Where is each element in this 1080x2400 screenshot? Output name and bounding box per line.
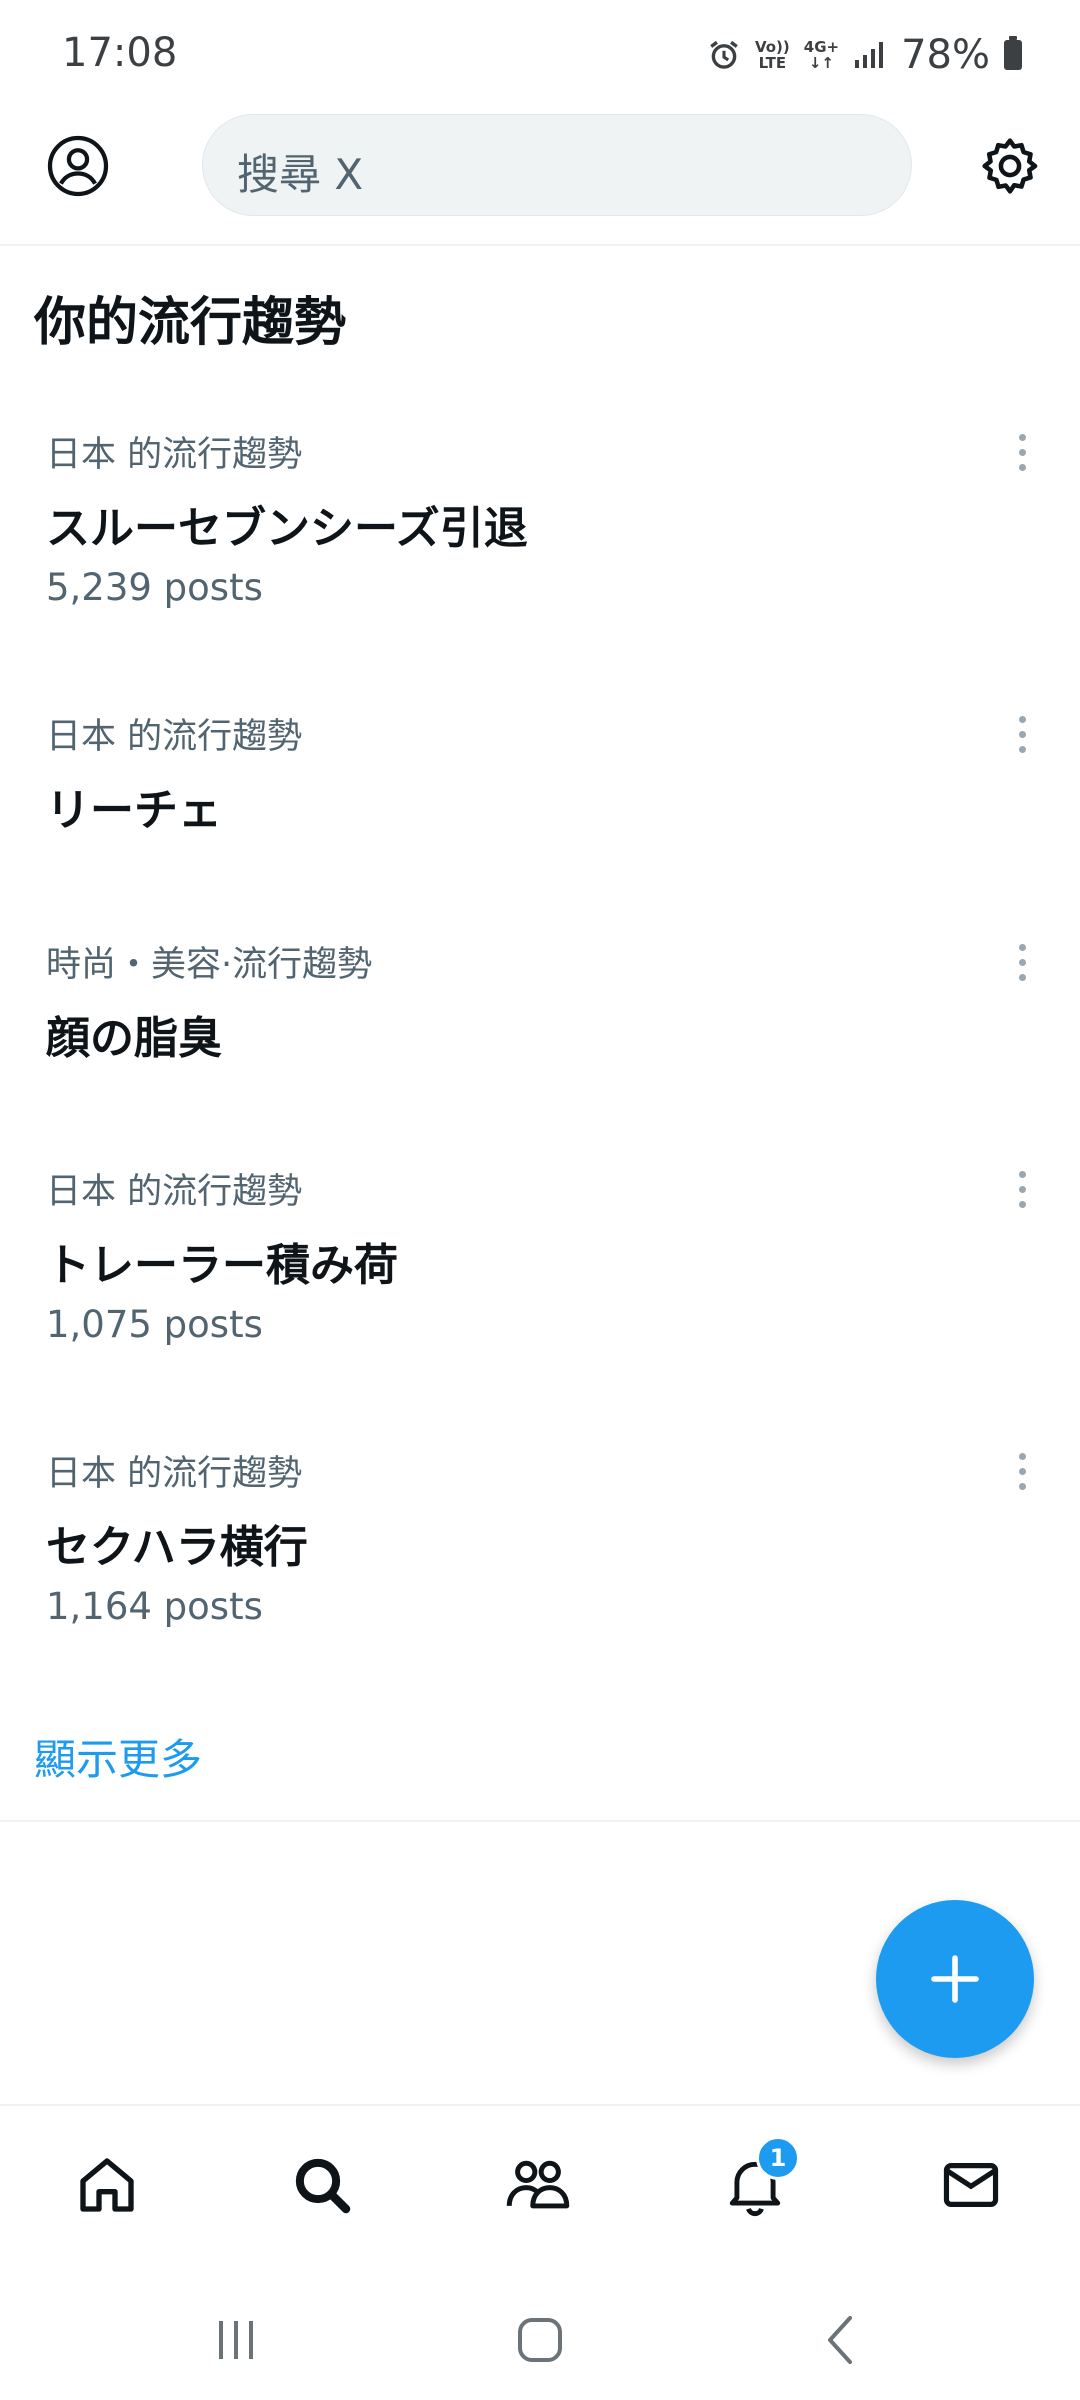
- lte-label: LTE: [758, 54, 787, 72]
- trend-category: 日本 的流行趨勢: [46, 435, 303, 475]
- show-more-link[interactable]: 顯示更多: [34, 1726, 202, 1787]
- volte-indicator: Vo)) LTE: [755, 39, 790, 71]
- nav-home[interactable]: [72, 2150, 142, 2220]
- profile-avatar-button[interactable]: [46, 134, 110, 198]
- more-options-icon[interactable]: [1004, 1163, 1040, 1215]
- trend-post-count: 1,075 posts: [46, 1303, 263, 1346]
- more-options-icon[interactable]: [1004, 708, 1040, 760]
- trend-name: スルーセブンシーズ引退: [46, 503, 528, 554]
- section-divider: [0, 1820, 1080, 1822]
- settings-button[interactable]: [978, 134, 1042, 198]
- section-title: 你的流行趨勢: [34, 293, 347, 353]
- status-icons: Vo)) LTE 4G+ ↓↑ 78%: [707, 32, 1022, 78]
- recent-apps-button[interactable]: [206, 2310, 266, 2370]
- top-header: 搜尋 X: [0, 110, 1080, 246]
- search-input[interactable]: 搜尋 X: [202, 114, 912, 216]
- home-icon: [80, 2158, 134, 2212]
- status-bar: 17:08 Vo)) LTE 4G+ ↓↑ 78%: [0, 0, 1080, 110]
- nav-search[interactable]: [287, 2150, 357, 2220]
- more-options-icon[interactable]: [1004, 1445, 1040, 1497]
- trend-category: 日本 的流行趨勢: [46, 717, 303, 757]
- trend-name: トレーラー積み荷: [46, 1240, 398, 1291]
- notification-badge: 1: [756, 2136, 800, 2180]
- recent-apps-icon: [219, 2321, 253, 2359]
- nav-messages[interactable]: [936, 2150, 1006, 2220]
- trend-name: セクハラ横行: [46, 1522, 308, 1573]
- network-indicator: 4G+ ↓↑: [804, 39, 839, 71]
- nav-communities[interactable]: [503, 2150, 573, 2220]
- trend-name: 顔の脂臭: [46, 1013, 222, 1064]
- trend-post-count: 1,164 posts: [46, 1585, 263, 1628]
- battery-percent: 78%: [901, 32, 990, 78]
- search-icon: [295, 2158, 351, 2214]
- gear-icon: [982, 138, 1038, 194]
- home-system-button[interactable]: [510, 2310, 570, 2370]
- status-time: 17:08: [62, 30, 178, 76]
- volte-label: Vo)): [754, 38, 790, 56]
- nav-notifications[interactable]: 1: [720, 2136, 800, 2220]
- back-chevron-icon: [828, 2316, 852, 2364]
- trend-category: 日本 的流行趨勢: [46, 1172, 303, 1212]
- communities-icon: [506, 2160, 570, 2209]
- plus-icon: [931, 1955, 979, 2003]
- more-options-icon[interactable]: [1004, 426, 1040, 478]
- signal-icon: [855, 42, 884, 68]
- profile-icon: [47, 135, 109, 197]
- home-square-icon: [518, 2318, 562, 2362]
- alarm-icon: [710, 40, 738, 69]
- trend-category: 日本 的流行趨勢: [46, 1454, 303, 1494]
- search-placeholder: 搜尋 X: [237, 150, 364, 199]
- more-options-icon[interactable]: [1004, 936, 1040, 988]
- data-arrows-icon: ↓↑: [808, 54, 834, 72]
- compose-post-button[interactable]: [876, 1900, 1034, 2058]
- bottom-navigation: 1: [0, 2104, 1080, 2256]
- back-system-button[interactable]: [810, 2310, 870, 2370]
- trend-name: リーチェ: [46, 785, 222, 836]
- trend-category: 時尚・美容·流行趨勢: [46, 945, 373, 985]
- battery-icon: [1004, 36, 1022, 70]
- network-label: 4G+: [803, 38, 840, 56]
- trend-post-count: 5,239 posts: [46, 566, 263, 609]
- mail-icon: [943, 2163, 999, 2207]
- system-navigation-bar: [0, 2270, 1080, 2400]
